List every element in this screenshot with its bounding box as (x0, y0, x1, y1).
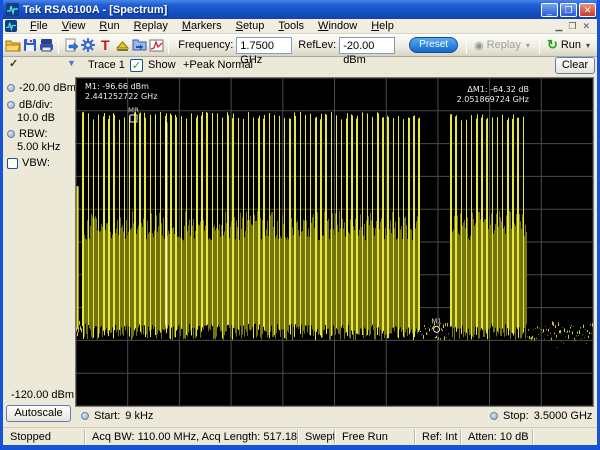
menu-view[interactable]: View (55, 19, 93, 34)
toolbar-separator (58, 36, 60, 54)
reflev-input[interactable]: -20.00 dBm (339, 36, 396, 66)
restore-button[interactable]: ❐ (560, 2, 577, 17)
save-icon[interactable] (21, 36, 38, 55)
replay-button[interactable]: ◉ Replay ▾ (470, 39, 536, 52)
mdi-minimize-button[interactable]: ▁ (555, 21, 562, 32)
trigger-t-icon[interactable]: T (97, 36, 114, 55)
start-knob-icon[interactable] (81, 412, 89, 420)
replay-icon: ◉ (474, 39, 484, 52)
replay-dropdown-caret[interactable]: ▾ (524, 41, 532, 50)
trace-selector[interactable]: Trace 1 (88, 59, 125, 71)
minimize-button[interactable]: _ (541, 2, 558, 17)
show-label: Show (148, 59, 176, 71)
run-button[interactable]: ↻ Run ▾ (543, 37, 596, 53)
status-bar: Stopped Acq BW: 110.00 MHz, Acq Length: … (3, 427, 597, 445)
menu-bar: File View Run Replay Markers Setup Tools… (3, 19, 597, 34)
print-icon[interactable] (38, 36, 55, 55)
rbw-label: RBW: (19, 128, 48, 140)
rbw-value-row: 5.00 kHz (17, 141, 60, 153)
close-button[interactable]: ✕ (579, 2, 596, 17)
title-bar[interactable]: Tek RSA6100A - [Spectrum] _ ❐ ✕ (3, 0, 597, 19)
status-reference: Ref: Int (415, 429, 461, 444)
status-acquisition: Acq BW: 110.00 MHz, Acq Length: 517.187 … (85, 429, 298, 444)
trace-chevron-down-icon[interactable]: ▼ (67, 58, 76, 68)
ref-level-knob-icon[interactable] (7, 84, 15, 92)
db-div-label: dB/div: (19, 99, 53, 111)
reflev-label: RefLev: (298, 39, 337, 51)
toolbar-separator (466, 36, 468, 54)
delta-marker-readout: ΔM1: -64.32 dB 2.051869724 GHz (456, 85, 529, 104)
preset-button[interactable]: Preset (409, 37, 459, 53)
show-checkbox[interactable]: ✓ (130, 59, 143, 72)
run-icon: ↻ (546, 37, 558, 52)
menu-window[interactable]: Window (311, 19, 364, 34)
start-value[interactable]: 9 kHz (125, 410, 153, 422)
spectrum-plot[interactable]: MR M1 M1: -96.66 dBm 2.441252722 GHz ΔM1: … (75, 77, 594, 407)
mdi-close-button[interactable]: ✕ (582, 21, 590, 32)
app-logo-icon (6, 3, 19, 16)
db-div-knob-icon[interactable] (7, 101, 15, 109)
db-div-control: dB/div: (7, 99, 53, 111)
recall-folder-icon[interactable] (131, 36, 148, 55)
marker-m1-readout: M1: -96.66 dBm 2.441252722 GHz (85, 82, 158, 101)
rbw-control: RBW: (7, 128, 48, 140)
mdi-child-icon (5, 20, 17, 32)
status-spacer (533, 430, 597, 444)
toolbar-separator (538, 36, 540, 54)
start-frequency-control: Start: 9 kHz (81, 410, 153, 422)
menu-file[interactable]: File (23, 19, 55, 34)
export-icon[interactable] (62, 36, 79, 55)
marker-MR[interactable]: MR (128, 107, 139, 123)
settings-gear-icon[interactable] (80, 36, 97, 55)
display-check-icon[interactable]: ✓ (9, 57, 18, 70)
menu-tools[interactable]: Tools (271, 19, 311, 34)
menu-run[interactable]: Run (92, 19, 126, 34)
vbw-control: VBW: (7, 157, 50, 169)
trace-control-bar: ✓ ▼ Trace 1 ✓ Show +Peak Normal Clear (3, 57, 597, 76)
rbw-knob-icon[interactable] (7, 130, 15, 138)
menu-setup[interactable]: Setup (229, 19, 272, 34)
start-label: Start: (94, 410, 121, 422)
stop-frequency-control: Stop: 3.5000 GHz (490, 410, 592, 422)
clear-button[interactable]: Clear (555, 57, 595, 74)
bottom-level-row: -120.00 dBm (11, 389, 74, 401)
analysis-chart-icon[interactable] (148, 36, 165, 55)
db-div-value-row: 10.0 dB (17, 112, 55, 124)
frequency-input[interactable]: 1.7500 GHz (236, 36, 293, 66)
trace-mode-label[interactable]: +Peak Normal (183, 59, 253, 71)
frequency-label: Frequency: (178, 39, 234, 51)
ref-level-control: -20.00 dBm (7, 82, 76, 94)
marker-peak-icon[interactable] (114, 36, 131, 55)
ref-level-value[interactable]: -20.00 dBm (19, 82, 76, 94)
vbw-checkbox[interactable] (7, 157, 18, 169)
vbw-label: VBW: (22, 157, 50, 169)
spectrum-trace-canvas: MR M1 (76, 78, 593, 406)
open-folder-icon[interactable] (4, 36, 21, 55)
db-div-value[interactable]: 10.0 dB (17, 112, 55, 124)
stop-knob-icon[interactable] (490, 412, 498, 420)
status-trigger-mode: Free Run (335, 429, 415, 444)
stop-value[interactable]: 3.5000 GHz (534, 410, 593, 422)
bottom-level-value: -120.00 dBm (11, 389, 74, 401)
window-title: Tek RSA6100A - [Spectrum] (23, 3, 168, 16)
run-dropdown-caret[interactable]: ▾ (584, 41, 592, 50)
application-window: Tek RSA6100A - [Spectrum] _ ❐ ✕ File Vie… (0, 0, 600, 450)
menu-markers[interactable]: Markers (175, 19, 229, 34)
toolbar-separator (168, 36, 170, 54)
menu-replay[interactable]: Replay (127, 19, 175, 34)
svg-text:MR: MR (128, 107, 139, 115)
frequency-range-bar: Start: 9 kHz Stop: 3.5000 GHz (3, 408, 597, 426)
marker-M1[interactable]: M1 (431, 317, 442, 333)
menu-help[interactable]: Help (364, 19, 401, 34)
status-attenuation: Atten: 10 dB (461, 429, 533, 444)
svg-text:M1: M1 (431, 317, 442, 325)
mdi-restore-button[interactable]: ❐ (568, 21, 576, 32)
rbw-value[interactable]: 5.00 kHz (17, 141, 60, 153)
stop-label: Stop: (503, 410, 529, 422)
toolbar: T Frequency: 1.7500 GHz RefLev: -20.00 d… (3, 34, 597, 66)
status-sweep-mode: Swept (298, 429, 335, 444)
status-run-state: Stopped (3, 429, 85, 444)
